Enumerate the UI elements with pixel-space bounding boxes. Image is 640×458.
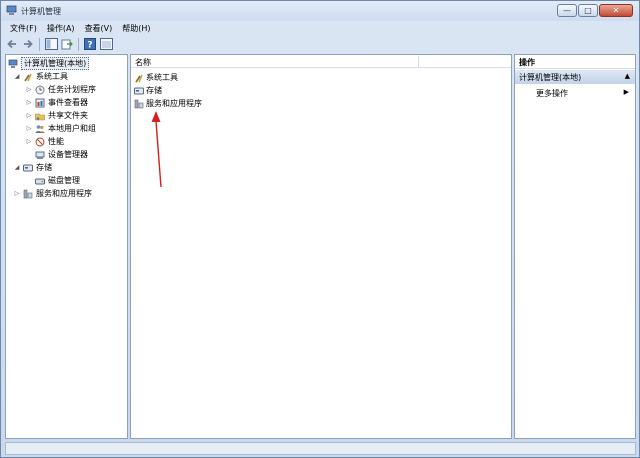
list-item-storage[interactable]: 存储 — [134, 84, 162, 97]
expanded-icon[interactable]: ◢ — [13, 164, 21, 172]
tools-icon — [23, 72, 33, 82]
forward-icon[interactable] — [21, 37, 35, 51]
performance-icon — [35, 137, 45, 147]
console-tree-icon[interactable] — [44, 37, 58, 51]
collapsed-icon[interactable]: ▷ — [13, 190, 21, 198]
shared-folder-icon — [35, 111, 45, 121]
tree-item-storage[interactable]: ◢ 存储 — [13, 161, 52, 174]
tree-item-services-apps[interactable]: ▷ 服务和应用程序 — [13, 187, 92, 200]
menu-view[interactable]: 查看(V) — [80, 21, 118, 35]
tree-item-local-users[interactable]: ▷ 本地用户和组 — [25, 122, 96, 135]
column-divider[interactable] — [418, 56, 419, 67]
actions-group-header[interactable]: 计算机管理(本地) ▲ — [515, 70, 635, 84]
list-item-services-apps[interactable]: 服务和应用程序 — [134, 97, 202, 110]
computer-management-window: 计算机管理 — □ ✕ 文件(F) 操作(A) 查看(V) 帮助(H) ? 计算… — [0, 0, 640, 458]
actions-pane-title: 操作 — [515, 55, 635, 69]
computer-management-icon — [6, 5, 17, 16]
actions-group-label: 计算机管理(本地) — [519, 73, 582, 82]
minimize-button[interactable]: — — [557, 4, 577, 17]
annotation-arrow-icon — [151, 111, 162, 188]
menu-bar: 文件(F) 操作(A) 查看(V) 帮助(H) — [5, 21, 156, 35]
tree-item-system-tools[interactable]: ◢ 系统工具 — [13, 70, 68, 83]
tree-item-event-viewer[interactable]: ▷ 事件查看器 — [25, 96, 88, 109]
no-expander — [25, 177, 33, 185]
column-name-header[interactable]: 名称 — [135, 57, 151, 68]
tools-icon — [134, 73, 144, 83]
expanded-icon[interactable]: ◢ — [13, 73, 21, 81]
toolbar-separator — [78, 37, 79, 51]
clock-icon — [35, 85, 45, 95]
submenu-arrow-icon[interactable]: ▶ — [624, 88, 629, 96]
tree-item-disk-management[interactable]: 磁盘管理 — [25, 174, 80, 187]
console-tree-pane[interactable]: 计算机管理(本地) ◢ 系统工具 ▷ 任务计划程序 ▷ 事件查看器 ▷ 共享文件… — [5, 54, 128, 439]
tree-item-label: 事件查看器 — [48, 98, 88, 107]
tree-item-label: 本地用户和组 — [48, 124, 96, 133]
device-manager-icon — [35, 150, 45, 160]
properties-icon[interactable] — [99, 37, 113, 51]
help-icon[interactable]: ? — [83, 37, 97, 51]
collapsed-icon[interactable]: ▷ — [25, 86, 33, 94]
collapsed-icon[interactable]: ▷ — [25, 125, 33, 133]
tree-root-label: 计算机管理(本地) — [21, 57, 90, 70]
tree-item-task-scheduler[interactable]: ▷ 任务计划程序 — [25, 83, 96, 96]
tree-item-label: 系统工具 — [36, 72, 68, 81]
toolbar: ? — [5, 36, 113, 52]
menu-file[interactable]: 文件(F) — [5, 21, 42, 35]
menu-action[interactable]: 操作(A) — [42, 21, 80, 35]
no-expander — [25, 151, 33, 159]
storage-icon — [134, 86, 144, 96]
collapse-icon[interactable]: ▲ — [625, 72, 630, 80]
tree-item-label: 性能 — [48, 137, 64, 146]
svg-text:?: ? — [87, 41, 92, 51]
tree-item-label: 设备管理器 — [48, 150, 88, 159]
event-viewer-icon — [35, 98, 45, 108]
tree-root[interactable]: 计算机管理(本地) — [8, 57, 90, 70]
collapsed-icon[interactable]: ▷ — [25, 99, 33, 107]
results-pane[interactable]: 名称 系统工具 存储 服务和应用程序 — [130, 54, 512, 439]
services-icon — [23, 189, 33, 199]
maximize-button[interactable]: □ — [578, 4, 598, 17]
list-item-label: 系统工具 — [146, 73, 178, 82]
disk-icon — [35, 176, 45, 186]
services-icon — [134, 99, 144, 109]
title-bar[interactable]: 计算机管理 — □ ✕ — [1, 1, 639, 21]
storage-icon — [23, 163, 33, 173]
tree-item-label: 存储 — [36, 163, 52, 172]
window-title: 计算机管理 — [21, 7, 61, 16]
column-header[interactable]: 名称 — [131, 55, 511, 68]
tree-item-device-manager[interactable]: 设备管理器 — [25, 148, 88, 161]
close-button[interactable]: ✕ — [599, 4, 633, 17]
list-item-label: 服务和应用程序 — [146, 99, 202, 108]
collapsed-icon[interactable]: ▷ — [25, 138, 33, 146]
tree-item-label: 任务计划程序 — [48, 85, 96, 94]
users-icon — [35, 124, 45, 134]
menu-help[interactable]: 帮助(H) — [117, 21, 155, 35]
back-icon[interactable] — [5, 37, 19, 51]
list-item-system-tools[interactable]: 系统工具 — [134, 71, 178, 84]
list-item-label: 存储 — [146, 86, 162, 95]
tree-item-shared-folders[interactable]: ▷ 共享文件夹 — [25, 109, 88, 122]
tree-item-performance[interactable]: ▷ 性能 — [25, 135, 64, 148]
tree-item-label: 服务和应用程序 — [36, 189, 92, 198]
more-actions-link[interactable]: 更多操作 — [536, 88, 568, 99]
tree-item-label: 共享文件夹 — [48, 111, 88, 120]
actions-pane: 操作 计算机管理(本地) ▲ 更多操作 ▶ — [514, 54, 636, 439]
status-bar — [5, 442, 636, 455]
toolbar-separator — [39, 37, 40, 51]
collapsed-icon[interactable]: ▷ — [25, 112, 33, 120]
computer-management-icon — [8, 59, 18, 69]
export-icon[interactable] — [60, 37, 74, 51]
tree-item-label: 磁盘管理 — [48, 176, 80, 185]
